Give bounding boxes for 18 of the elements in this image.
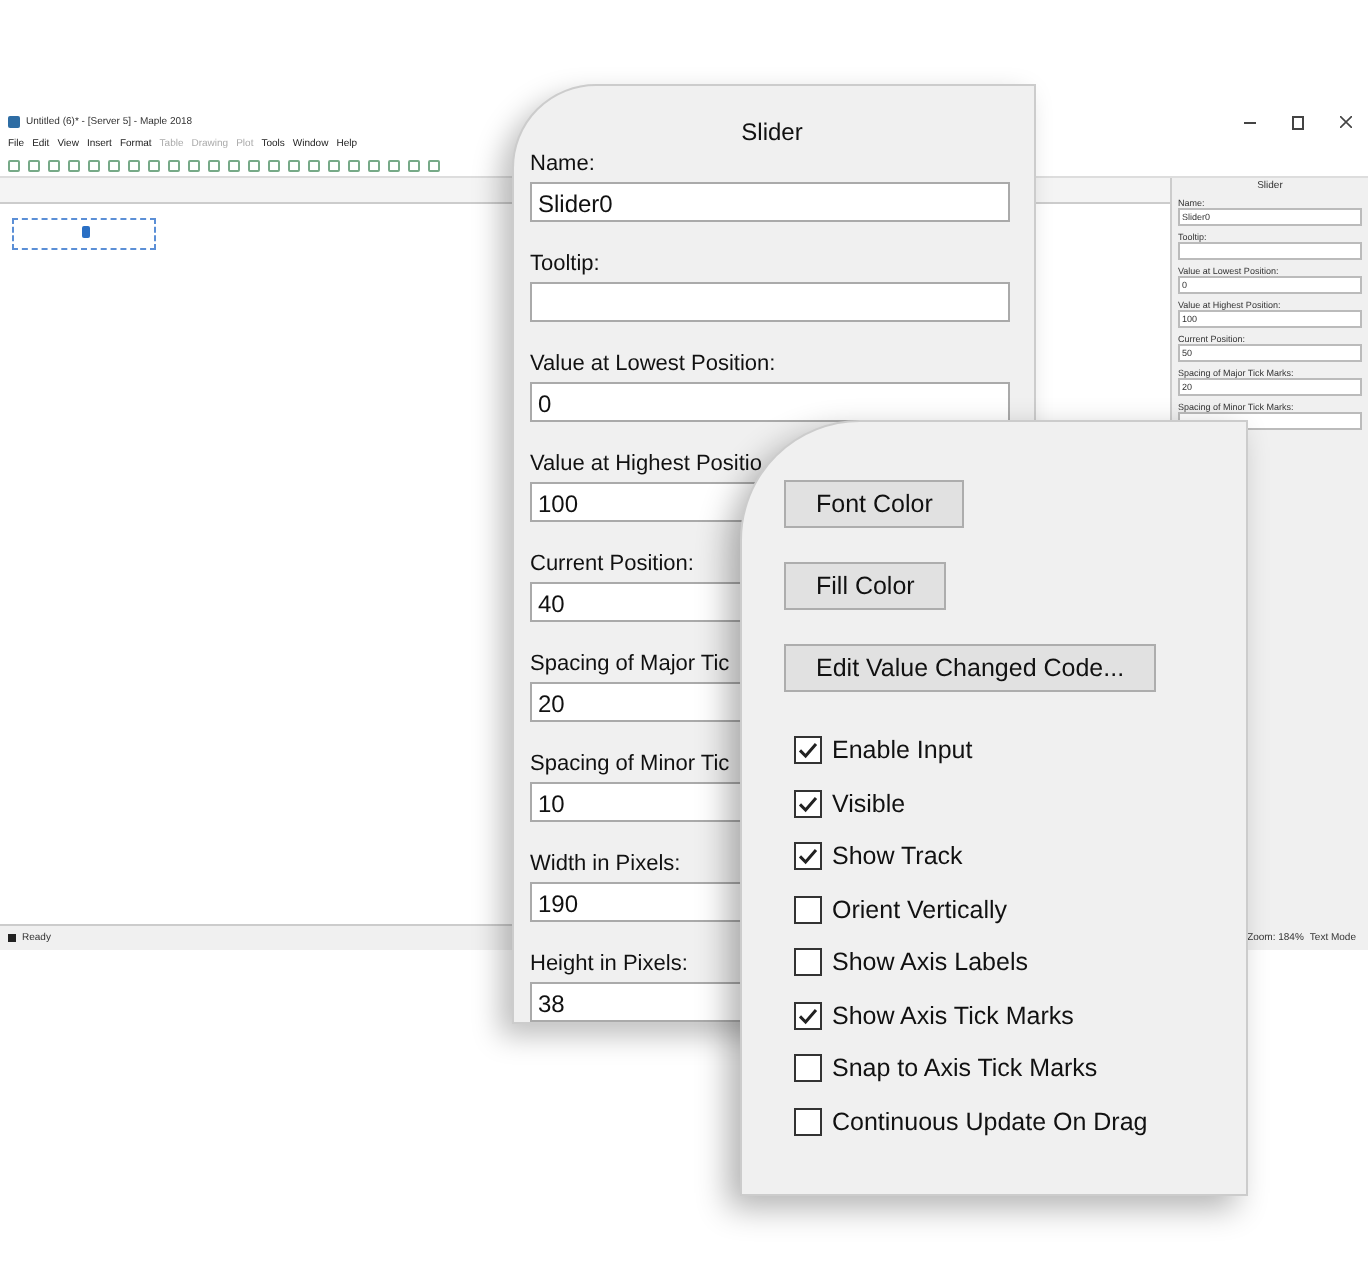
field-label: Tooltip: bbox=[530, 250, 600, 280]
field-label: Current Position: bbox=[530, 550, 694, 580]
field-label: Name: bbox=[530, 150, 595, 180]
field-label: Height in Pixels: bbox=[530, 950, 688, 980]
field-label: Value at Highest Positio bbox=[530, 450, 762, 480]
checkbox-label: Enable Input bbox=[832, 736, 973, 765]
panel-title: Slider bbox=[739, 118, 805, 146]
checkbox-label: Snap to Axis Tick Marks bbox=[832, 1054, 1098, 1083]
field-label: Width in Pixels: bbox=[530, 850, 681, 880]
checkbox-label: Show Axis Labels bbox=[832, 948, 1028, 977]
field-label: Value at Lowest Position: bbox=[530, 350, 776, 380]
field-label: Spacing of Major Tic bbox=[530, 650, 730, 680]
checkbox-label: Orient Vertically bbox=[832, 895, 1008, 924]
checkbox-label: Visible bbox=[832, 789, 906, 818]
field-label: Spacing of Minor Tic bbox=[530, 750, 730, 780]
checkbox-label: Show Track bbox=[832, 842, 963, 871]
checkbox-label: Show Axis Tick Marks bbox=[832, 1001, 1074, 1030]
checkbox-label: Continuous Update On Drag bbox=[832, 1107, 1148, 1136]
